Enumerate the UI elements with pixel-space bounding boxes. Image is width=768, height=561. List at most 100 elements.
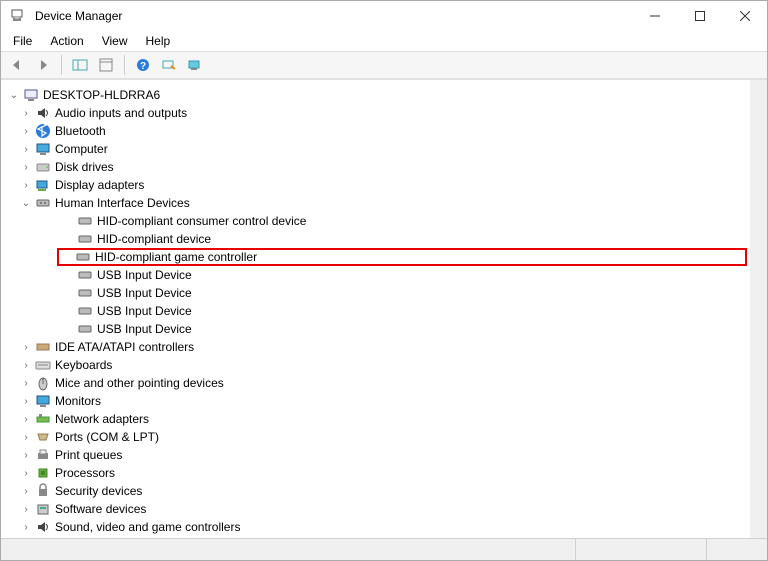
devices-by-connection-button[interactable] bbox=[183, 54, 207, 76]
hid-game-controller-highlighted[interactable]: HID-compliant game controller bbox=[57, 248, 747, 266]
category-label: Security devices bbox=[55, 484, 142, 498]
category-label: Sound, video and game controllers bbox=[55, 520, 240, 534]
category-display-adapters[interactable]: › Display adapters bbox=[3, 176, 747, 194]
show-hide-console-button[interactable] bbox=[68, 54, 92, 76]
expand-icon[interactable]: › bbox=[19, 142, 33, 156]
expand-icon[interactable]: › bbox=[19, 430, 33, 444]
category-label: Print queues bbox=[55, 448, 122, 462]
category-label: Network adapters bbox=[55, 412, 149, 426]
close-button[interactable] bbox=[722, 1, 767, 31]
expand-icon[interactable]: › bbox=[19, 394, 33, 408]
collapse-icon[interactable]: ⌄ bbox=[19, 196, 33, 210]
device-label: USB Input Device bbox=[97, 286, 192, 300]
bluetooth-icon bbox=[35, 123, 51, 139]
category-label: Keyboards bbox=[55, 358, 112, 372]
toolbar: ? bbox=[1, 51, 767, 79]
forward-button[interactable] bbox=[31, 54, 55, 76]
monitor-icon bbox=[35, 393, 51, 409]
device-label: USB Input Device bbox=[97, 322, 192, 336]
ide-icon bbox=[35, 339, 51, 355]
cpu-icon bbox=[35, 465, 51, 481]
usb-input-device[interactable]: USB Input Device bbox=[3, 284, 747, 302]
software-icon bbox=[35, 501, 51, 517]
category-processors[interactable]: › Processors bbox=[3, 464, 747, 482]
category-computer[interactable]: › Computer bbox=[3, 140, 747, 158]
expand-icon[interactable]: › bbox=[19, 340, 33, 354]
category-label: Disk drives bbox=[55, 160, 114, 174]
back-button[interactable] bbox=[5, 54, 29, 76]
scan-hardware-button[interactable] bbox=[157, 54, 181, 76]
category-label: Bluetooth bbox=[55, 124, 106, 138]
category-label: Mice and other pointing devices bbox=[55, 376, 224, 390]
expand-icon[interactable]: › bbox=[19, 520, 33, 534]
category-software-devices[interactable]: › Software devices bbox=[3, 500, 747, 518]
speaker-icon bbox=[35, 105, 51, 121]
usb-input-device[interactable]: USB Input Device bbox=[3, 266, 747, 284]
category-keyboards[interactable]: › Keyboards bbox=[3, 356, 747, 374]
device-tree[interactable]: ⌄ DESKTOP-HLDRRA6 › Audio inputs and out… bbox=[1, 79, 767, 538]
expand-icon[interactable]: › bbox=[19, 124, 33, 138]
hid-consumer-device[interactable]: HID-compliant consumer control device bbox=[3, 212, 747, 230]
menu-action[interactable]: Action bbox=[42, 32, 91, 50]
hid-compliant-device[interactable]: HID-compliant device bbox=[3, 230, 747, 248]
usb-input-device[interactable]: USB Input Device bbox=[3, 320, 747, 338]
category-sound[interactable]: › Sound, video and game controllers bbox=[3, 518, 747, 536]
statusbar bbox=[1, 538, 767, 560]
toolbar-separator bbox=[124, 55, 125, 75]
expand-icon[interactable]: › bbox=[19, 466, 33, 480]
app-icon bbox=[9, 8, 25, 24]
hid-icon bbox=[35, 195, 51, 211]
help-button[interactable]: ? bbox=[131, 54, 155, 76]
expand-icon[interactable]: › bbox=[19, 412, 33, 426]
collapse-icon[interactable]: ⌄ bbox=[7, 88, 21, 102]
category-ports[interactable]: › Ports (COM & LPT) bbox=[3, 428, 747, 446]
speaker-icon bbox=[35, 519, 51, 535]
category-disk-drives[interactable]: › Disk drives bbox=[3, 158, 747, 176]
properties-button[interactable] bbox=[94, 54, 118, 76]
expand-icon[interactable]: › bbox=[19, 448, 33, 462]
category-audio[interactable]: › Audio inputs and outputs bbox=[3, 104, 747, 122]
expand-icon[interactable]: › bbox=[19, 376, 33, 390]
hid-device-icon bbox=[77, 303, 93, 319]
category-label: Processors bbox=[55, 466, 115, 480]
category-label: Software devices bbox=[55, 502, 146, 516]
maximize-button[interactable] bbox=[677, 1, 722, 31]
category-mice[interactable]: › Mice and other pointing devices bbox=[3, 374, 747, 392]
expand-icon[interactable]: › bbox=[19, 358, 33, 372]
expand-icon[interactable]: › bbox=[19, 484, 33, 498]
expand-icon[interactable]: › bbox=[19, 106, 33, 120]
usb-input-device[interactable]: USB Input Device bbox=[3, 302, 747, 320]
device-label: USB Input Device bbox=[97, 304, 192, 318]
root-node[interactable]: ⌄ DESKTOP-HLDRRA6 bbox=[3, 86, 747, 104]
menu-help[interactable]: Help bbox=[138, 32, 179, 50]
category-label: IDE ATA/ATAPI controllers bbox=[55, 340, 194, 354]
category-network[interactable]: › Network adapters bbox=[3, 410, 747, 428]
category-monitors[interactable]: › Monitors bbox=[3, 392, 747, 410]
minimize-button[interactable] bbox=[632, 1, 677, 31]
hid-device-icon bbox=[77, 321, 93, 337]
expand-icon[interactable]: › bbox=[19, 160, 33, 174]
category-storage-controllers[interactable]: › Storage controllers bbox=[3, 536, 747, 538]
toolbar-separator bbox=[61, 55, 62, 75]
titlebar: Device Manager bbox=[1, 1, 767, 31]
category-ide[interactable]: › IDE ATA/ATAPI controllers bbox=[3, 338, 747, 356]
category-security[interactable]: › Security devices bbox=[3, 482, 747, 500]
monitor-icon bbox=[35, 141, 51, 157]
expand-icon[interactable]: › bbox=[19, 502, 33, 516]
expand-icon[interactable]: › bbox=[19, 178, 33, 192]
menu-view[interactable]: View bbox=[94, 32, 136, 50]
display-adapter-icon bbox=[35, 177, 51, 193]
category-hid[interactable]: ⌄ Human Interface Devices bbox=[3, 194, 747, 212]
computer-icon bbox=[23, 87, 39, 103]
menu-file[interactable]: File bbox=[5, 32, 40, 50]
scrollbar[interactable] bbox=[750, 80, 767, 538]
window-title: Device Manager bbox=[35, 9, 122, 23]
security-icon bbox=[35, 483, 51, 499]
category-bluetooth[interactable]: › Bluetooth bbox=[3, 122, 747, 140]
status-pane bbox=[707, 539, 767, 560]
category-print-queues[interactable]: › Print queues bbox=[3, 446, 747, 464]
storage-icon bbox=[35, 537, 51, 538]
mouse-icon bbox=[35, 375, 51, 391]
root-label: DESKTOP-HLDRRA6 bbox=[43, 88, 160, 102]
category-label: Audio inputs and outputs bbox=[55, 106, 187, 120]
